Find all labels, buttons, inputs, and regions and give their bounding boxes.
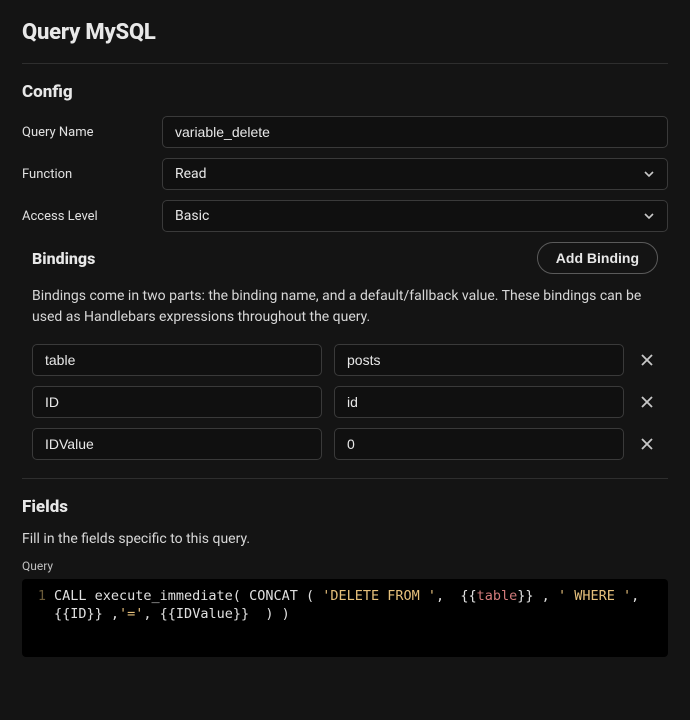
function-select[interactable]: Read: [162, 158, 668, 190]
access-level-select[interactable]: Basic: [162, 200, 668, 232]
binding-row: [32, 386, 658, 418]
page-title: Query MySQL: [22, 20, 668, 45]
close-icon[interactable]: [636, 433, 658, 455]
chevron-down-icon: [643, 210, 655, 222]
fields-description: Fill in the fields specific to this quer…: [22, 531, 668, 547]
query-name-label: Query Name: [22, 125, 162, 140]
binding-name-input[interactable]: [32, 428, 322, 460]
query-text[interactable]: CALL execute_immediate( CONCAT ( 'DELETE…: [54, 587, 660, 623]
config-heading: Config: [22, 82, 668, 102]
binding-default-input[interactable]: [334, 344, 624, 376]
bindings-help-text: Bindings come in two parts: the binding …: [32, 286, 658, 328]
close-icon[interactable]: [636, 391, 658, 413]
binding-name-input[interactable]: [32, 386, 322, 418]
chevron-down-icon: [643, 168, 655, 180]
binding-default-input[interactable]: [334, 386, 624, 418]
query-name-input[interactable]: [162, 116, 668, 148]
binding-name-input[interactable]: [32, 344, 322, 376]
binding-row: [32, 428, 658, 460]
bindings-heading: Bindings: [32, 249, 95, 268]
close-icon[interactable]: [636, 349, 658, 371]
divider: [22, 478, 668, 479]
divider: [22, 63, 668, 64]
line-number: 1: [30, 587, 54, 623]
fields-heading: Fields: [22, 497, 668, 517]
query-label: Query: [22, 559, 668, 573]
binding-row: [32, 344, 658, 376]
function-label: Function: [22, 167, 162, 182]
access-level-select-value: Basic: [175, 208, 209, 224]
query-editor[interactable]: 1 CALL execute_immediate( CONCAT ( 'DELE…: [22, 579, 668, 657]
access-level-label: Access Level: [22, 209, 162, 224]
add-binding-button[interactable]: Add Binding: [537, 242, 658, 274]
function-select-value: Read: [175, 166, 207, 182]
binding-default-input[interactable]: [334, 428, 624, 460]
